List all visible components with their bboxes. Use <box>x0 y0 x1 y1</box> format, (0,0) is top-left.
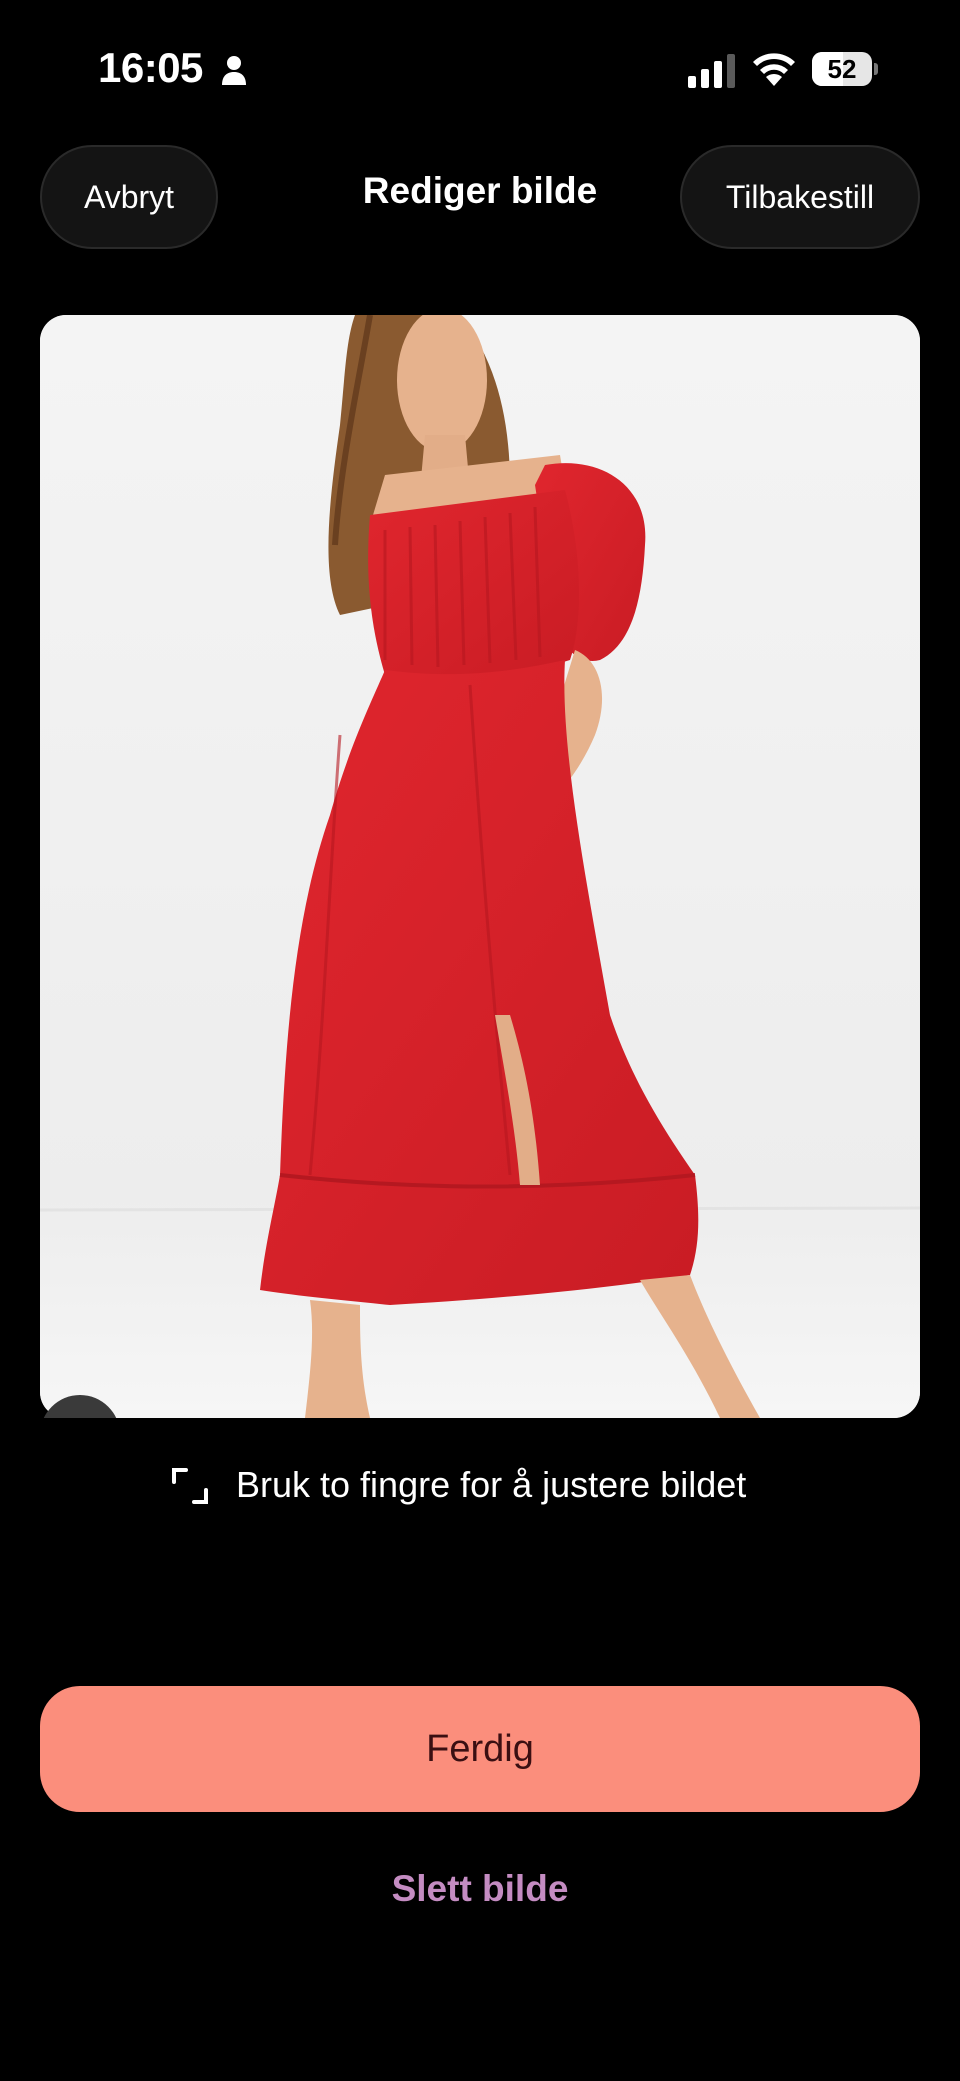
delete-image-button[interactable]: Slett bilde <box>300 1868 660 1910</box>
photo-handle[interactable] <box>40 1395 120 1418</box>
clock: 16:05 <box>98 44 203 91</box>
photo-red-dress <box>40 315 920 1418</box>
cellular-signal-icon <box>688 54 735 88</box>
hint-text: Bruk to fingre for å justere bildet <box>236 1464 747 1505</box>
adjust-hint: Bruk to fingre for å justere bildet <box>170 1460 810 1510</box>
person-icon <box>222 56 246 85</box>
status-bar: 16:05 52 <box>0 0 960 140</box>
wifi-icon <box>753 53 795 86</box>
done-button[interactable]: Ferdig <box>40 1686 920 1812</box>
cancel-button[interactable]: Avbryt <box>40 145 218 249</box>
battery-icon: 52 <box>812 52 878 88</box>
page-title: Rediger bilde <box>362 170 598 211</box>
reset-button[interactable]: Tilbakestill <box>680 145 920 249</box>
battery-level: 52 <box>827 54 857 84</box>
crop-icon <box>172 1468 208 1504</box>
editable-photo[interactable] <box>40 315 920 1418</box>
